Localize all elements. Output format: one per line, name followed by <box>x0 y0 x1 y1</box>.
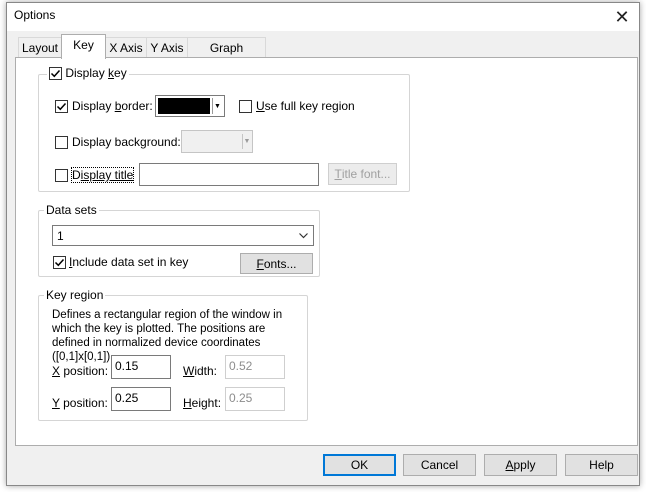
options-dialog: Options ✕ Layout Key X Axis Y Axis Graph… <box>6 2 640 486</box>
use-full-key-region-checkbox[interactable] <box>239 100 252 113</box>
label-part: X <box>52 364 61 378</box>
tab-x-axis[interactable]: X Axis <box>105 37 147 58</box>
display-key-legend: Display key <box>47 66 129 80</box>
tab-graph-options[interactable]: Graph Options <box>187 37 266 69</box>
key-region-legend: Key region <box>44 288 106 302</box>
chevron-down-icon[interactable]: ▼ <box>212 98 222 114</box>
label-part: idth: <box>194 364 218 378</box>
display-title-label: Display title <box>70 167 135 183</box>
label-part: se full key region <box>264 99 355 113</box>
data-set-selected-value: 1 <box>57 229 64 243</box>
label-part: position: <box>59 396 108 410</box>
tab-y-axis[interactable]: Y Axis <box>146 37 188 58</box>
tab-label: X Axis <box>109 41 143 55</box>
display-background-label: Display background: <box>72 135 181 149</box>
label-part: H <box>183 396 192 410</box>
label-part: Y <box>52 396 60 410</box>
checkmark-icon <box>56 102 67 111</box>
label-part: U <box>256 99 265 113</box>
help-button[interactable]: Help <box>565 454 638 476</box>
display-key-group: Display key Display border: ▼ Use full k… <box>38 66 410 192</box>
label-part: ey <box>114 66 127 80</box>
checkmark-icon <box>54 258 65 267</box>
label-part: eight: <box>191 396 222 410</box>
data-sets-legend: Data sets <box>44 203 99 217</box>
display-key-label: Display key <box>65 66 126 80</box>
height-label: Height: <box>183 396 221 410</box>
label-part: isplay title <box>80 168 134 182</box>
tab-label: Layout <box>21 41 59 55</box>
key-tab-panel: Display key Display border: ▼ Use full k… <box>15 57 638 446</box>
y-position-input[interactable]: 0.25 <box>111 387 171 411</box>
display-border-label: Display border: <box>72 99 153 113</box>
title-font-button[interactable]: Title font... <box>328 163 397 185</box>
fonts-button[interactable]: Fonts... <box>240 253 313 274</box>
apply-button[interactable]: Apply <box>484 454 557 476</box>
label-part: order: <box>121 99 153 113</box>
label-part: T <box>334 167 342 181</box>
label-part: A <box>505 458 514 472</box>
window-title: Options <box>14 8 56 22</box>
label-part: position: <box>60 364 109 378</box>
tab-label: Y Axis <box>150 41 184 55</box>
label-part: W <box>183 364 195 378</box>
border-color-swatch <box>158 98 210 114</box>
label-part: pply <box>513 458 536 472</box>
display-title-checkbox[interactable] <box>55 169 68 182</box>
ok-button[interactable]: OK <box>323 454 396 476</box>
height-input[interactable]: 0.25 <box>225 387 285 411</box>
width-label: Width: <box>183 364 217 378</box>
chevron-down-icon[interactable]: ▼ <box>242 134 251 149</box>
width-input[interactable]: 0.52 <box>225 355 285 379</box>
label-part: nclude data set in key <box>72 255 189 269</box>
include-data-set-label: Include data set in key <box>69 255 188 269</box>
tab-label: Key <box>73 38 94 52</box>
y-position-label: Y position: <box>52 396 108 410</box>
include-data-set-checkbox[interactable] <box>53 256 66 269</box>
label-part: itle font... <box>341 167 391 181</box>
x-position-label: X position: <box>52 364 108 378</box>
close-icon[interactable]: ✕ <box>605 3 639 31</box>
display-background-checkbox[interactable] <box>55 136 68 149</box>
chevron-down-icon <box>299 233 308 239</box>
tab-layout[interactable]: Layout <box>18 37 62 58</box>
data-set-select[interactable]: 1 <box>52 225 314 246</box>
x-position-input[interactable]: 0.15 <box>111 355 171 379</box>
key-region-group: Key region Defines a rectangular region … <box>38 288 308 421</box>
label-part: F <box>256 256 264 271</box>
data-sets-group: Data sets 1 Include data set in key Font… <box>38 203 320 277</box>
title-input[interactable] <box>139 163 319 186</box>
background-color-picker[interactable]: ▼ <box>181 130 253 153</box>
border-color-picker[interactable]: ▼ <box>155 95 225 117</box>
label-part: Display <box>65 66 109 80</box>
checkmark-icon <box>50 69 61 78</box>
display-key-checkbox[interactable] <box>49 67 62 80</box>
use-full-key-region-label: Use full key region <box>256 99 355 113</box>
label-part: Display <box>72 99 115 113</box>
label-part: onts... <box>263 256 297 271</box>
tab-key[interactable]: Key <box>61 34 106 59</box>
cancel-button[interactable]: Cancel <box>403 454 476 476</box>
label-part: D <box>72 168 81 182</box>
display-border-checkbox[interactable] <box>55 100 68 113</box>
title-bar: Options ✕ <box>7 3 639 31</box>
